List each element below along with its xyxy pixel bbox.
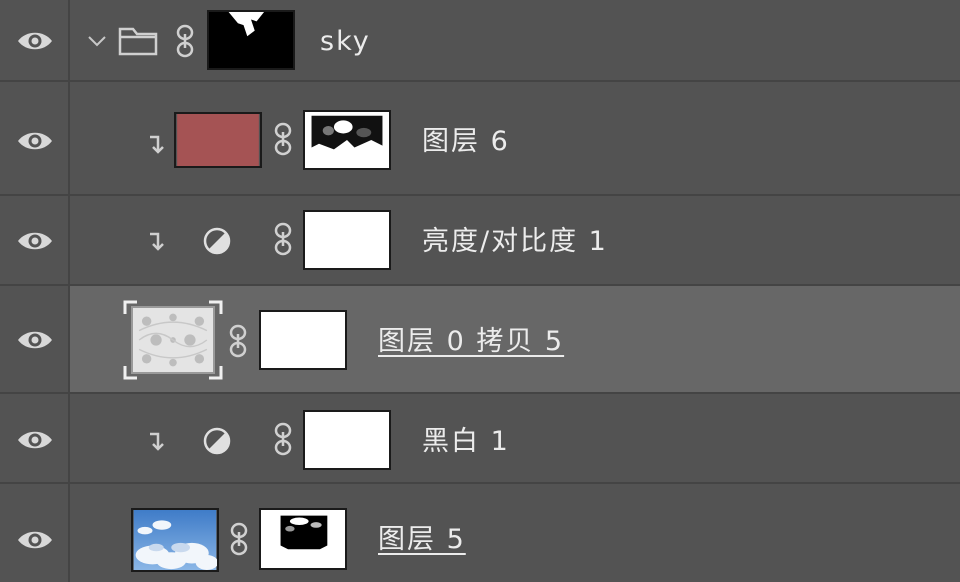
layer-name[interactable]: 图层 0 拷贝 5 — [378, 328, 564, 355]
layer-row-black-white-1[interactable]: 黑白 1 — [0, 394, 960, 484]
eye-icon[interactable] — [16, 328, 54, 352]
layer-row-brightness-contrast-1[interactable]: 亮度/对比度 1 — [0, 196, 960, 286]
chain-link-icon[interactable] — [228, 324, 248, 358]
eye-icon[interactable] — [16, 229, 54, 253]
visibility-cell[interactable] — [0, 286, 70, 392]
half-circle-adjustment-icon[interactable] — [202, 426, 232, 456]
layer-name[interactable]: 图层 6 — [422, 128, 510, 155]
layer-row-sky[interactable]: sky — [0, 0, 960, 82]
visibility-cell[interactable] — [0, 196, 70, 284]
layer-mask-thumbnail[interactable] — [303, 210, 391, 270]
visibility-cell[interactable] — [0, 484, 70, 582]
layers-panel: sky 图层 6 亮度/对比度 1 图层 0 拷贝 5 黑白 1 图层 5 — [0, 0, 960, 582]
eye-icon[interactable] — [16, 528, 54, 552]
layer-mask-thumbnail[interactable] — [303, 110, 391, 170]
chevron-down-icon[interactable] — [86, 30, 108, 52]
layer-row-layer-0-copy-5[interactable]: 图层 0 拷贝 5 — [0, 286, 960, 394]
layer-mask-thumbnail[interactable] — [259, 508, 347, 570]
smart-object-thumbnail[interactable] — [131, 306, 215, 374]
eye-icon[interactable] — [16, 29, 54, 53]
chain-link-icon[interactable] — [273, 222, 293, 256]
group-mask-thumbnail[interactable] — [207, 10, 295, 70]
chain-link-icon[interactable] — [229, 522, 249, 556]
layer-name[interactable]: 黑白 1 — [422, 428, 510, 455]
clipping-mask-arrow-icon — [150, 432, 164, 451]
layer-row-layer-6[interactable]: 图层 6 — [0, 82, 960, 196]
half-circle-adjustment-icon[interactable] — [202, 226, 232, 256]
layer-row-layer-5[interactable]: 图层 5 — [0, 484, 960, 582]
chain-link-icon[interactable] — [273, 422, 293, 456]
layer-name[interactable]: 亮度/对比度 1 — [422, 228, 608, 255]
layer-name[interactable]: 图层 5 — [378, 526, 466, 553]
visibility-cell[interactable] — [0, 0, 70, 80]
eye-icon[interactable] — [16, 428, 54, 452]
layer-thumbnail[interactable] — [131, 508, 219, 572]
layer-mask-thumbnail[interactable] — [259, 310, 347, 370]
chain-link-icon[interactable] — [273, 122, 293, 156]
layer-name[interactable]: sky — [320, 28, 371, 55]
eye-icon[interactable] — [16, 129, 54, 153]
layer-thumbnail[interactable] — [174, 112, 262, 168]
folder-icon — [118, 27, 158, 56]
clipping-mask-arrow-icon — [150, 135, 164, 154]
clipping-mask-arrow-icon — [150, 232, 164, 251]
visibility-cell[interactable] — [0, 394, 70, 482]
chain-link-icon[interactable] — [175, 24, 195, 58]
visibility-cell[interactable] — [0, 82, 70, 194]
layer-mask-thumbnail[interactable] — [303, 410, 391, 470]
